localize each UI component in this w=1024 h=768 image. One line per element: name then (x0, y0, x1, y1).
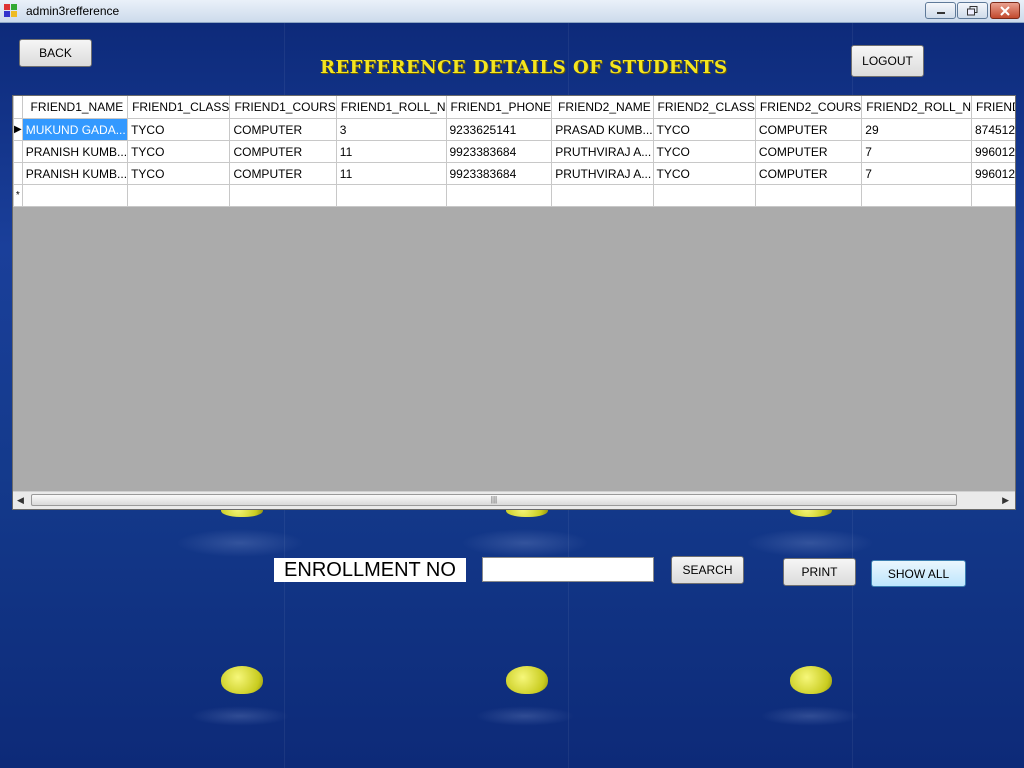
background-flower-image (790, 666, 832, 694)
table-cell[interactable]: TYCO (127, 118, 231, 141)
table-cell[interactable]: 9960121452 (970, 162, 1015, 185)
table-cell[interactable]: COMPUTER (754, 118, 863, 141)
current-row-indicator-icon[interactable]: ▶ (13, 118, 23, 141)
close-icon (1000, 5, 1010, 16)
back-button[interactable]: BACK (19, 39, 92, 67)
minimize-button[interactable] (925, 2, 956, 19)
table-cell[interactable]: PRASAD KUMB... (551, 118, 654, 141)
table-cell[interactable]: PRANISH KUMB... (21, 140, 129, 163)
table-cell[interactable] (127, 184, 231, 207)
search-button[interactable]: SEARCH (671, 556, 744, 584)
table-cell[interactable]: 7 (861, 162, 972, 185)
column-header[interactable]: FRIEND1_COURS (229, 96, 337, 119)
table-cell[interactable]: 3 (335, 118, 447, 141)
table-row[interactable]: ▶ MUKUND GADA... TYCO COMPUTER 3 9233625… (13, 118, 1015, 141)
corner-header-cell[interactable] (13, 96, 23, 119)
table-cell[interactable]: COMPUTER (754, 162, 863, 185)
table-cell[interactable] (335, 184, 447, 207)
scroll-left-arrow-icon[interactable]: ◀ (17, 495, 24, 506)
maximize-button[interactable] (957, 2, 988, 19)
restore-icon (967, 5, 978, 15)
minimize-icon (936, 11, 945, 14)
page-title: REFFERENCE DETAILS OF STUDENTS (320, 57, 728, 78)
table-cell[interactable]: TYCO (127, 140, 231, 163)
students-data-grid[interactable]: FRIEND1_NAME FRIEND1_CLASS FRIEND1_COURS… (12, 95, 1016, 510)
table-cell[interactable]: PRUTHVIRAJ A... (551, 140, 654, 163)
column-header[interactable]: FRIEND2_ROLL_N (861, 96, 972, 119)
table-cell[interactable]: 11 (335, 162, 447, 185)
title-bar: admin3refference (0, 0, 1024, 23)
column-header[interactable]: FRIEND2_P (970, 96, 1015, 119)
enrollment-no-input[interactable] (482, 557, 654, 582)
column-header[interactable]: FRIEND2_NAME (551, 96, 654, 119)
table-cell[interactable]: 29 (861, 118, 972, 141)
scrollbar-thumb[interactable]: ||| (31, 494, 957, 506)
new-row[interactable]: * (13, 184, 1015, 207)
column-header[interactable]: FRIEND2_CLASS (652, 96, 756, 119)
table-cell[interactable]: TYCO (127, 162, 231, 185)
background-flower-image (506, 666, 548, 694)
table-cell[interactable]: TYCO (652, 118, 756, 141)
column-header[interactable]: FRIEND1_CLASS (127, 96, 231, 119)
table-cell[interactable]: COMPUTER (229, 118, 337, 141)
table-cell[interactable] (754, 184, 863, 207)
logout-button[interactable]: LOGOUT (851, 45, 924, 77)
column-header[interactable]: FRIEND1_PHONE (445, 96, 553, 119)
window-title: admin3refference (26, 4, 120, 18)
row-header-cell[interactable] (13, 162, 23, 185)
table-cell[interactable]: 9923383684 (445, 162, 553, 185)
horizontal-scrollbar[interactable]: ◀ ||| ▶ (13, 491, 1015, 509)
table-cell[interactable] (970, 184, 1015, 207)
enrollment-no-label: ENROLLMENT NO (274, 558, 466, 582)
app-icon (4, 4, 17, 17)
background-flower-image (221, 666, 263, 694)
table-cell[interactable]: TYCO (652, 140, 756, 163)
table-cell[interactable]: PRUTHVIRAJ A... (551, 162, 654, 185)
show-all-button[interactable]: SHOW ALL (871, 560, 966, 587)
header-row: FRIEND1_NAME FRIEND1_CLASS FRIEND1_COURS… (13, 96, 1015, 119)
table-cell[interactable] (21, 184, 129, 207)
table-cell[interactable]: COMPUTER (229, 140, 337, 163)
table-cell[interactable] (445, 184, 553, 207)
table-cell[interactable]: 9923383684 (445, 140, 553, 163)
table-cell[interactable]: MUKUND GADA... (21, 118, 129, 141)
form-client-area: BACK REFFERENCE DETAILS OF STUDENTS LOGO… (0, 23, 1024, 768)
data-table: FRIEND1_NAME FRIEND1_CLASS FRIEND1_COURS… (13, 96, 1015, 207)
table-cell[interactable]: COMPUTER (229, 162, 337, 185)
column-header[interactable]: FRIEND1_ROLL_N (335, 96, 447, 119)
table-cell[interactable]: 9960121452 (970, 140, 1015, 163)
table-cell[interactable]: TYCO (652, 162, 756, 185)
column-header[interactable]: FRIEND1_NAME (21, 96, 129, 119)
table-row[interactable]: PRANISH KUMB... TYCO COMPUTER 11 9923383… (13, 162, 1015, 185)
print-button[interactable]: PRINT (783, 558, 856, 586)
close-button[interactable] (990, 2, 1020, 19)
table-cell[interactable]: 7 (861, 140, 972, 163)
new-row-marker-icon[interactable]: * (13, 184, 23, 207)
table-cell[interactable]: 8745123698 (970, 118, 1015, 141)
table-cell[interactable]: COMPUTER (754, 140, 863, 163)
table-row[interactable]: PRANISH KUMB... TYCO COMPUTER 11 9923383… (13, 140, 1015, 163)
column-header[interactable]: FRIEND2_COURS (754, 96, 863, 119)
table-cell[interactable] (652, 184, 756, 207)
row-header-cell[interactable] (13, 140, 23, 163)
table-cell[interactable]: 9233625141 (445, 118, 553, 141)
table-cell[interactable] (551, 184, 654, 207)
table-cell[interactable]: 11 (335, 140, 447, 163)
table-cell[interactable] (861, 184, 972, 207)
app-window: admin3refference BACK REFFERENCE DETAILS… (0, 0, 1024, 768)
table-cell[interactable]: PRANISH KUMB... (21, 162, 129, 185)
scroll-right-arrow-icon[interactable]: ▶ (1002, 495, 1009, 506)
table-cell[interactable] (229, 184, 337, 207)
